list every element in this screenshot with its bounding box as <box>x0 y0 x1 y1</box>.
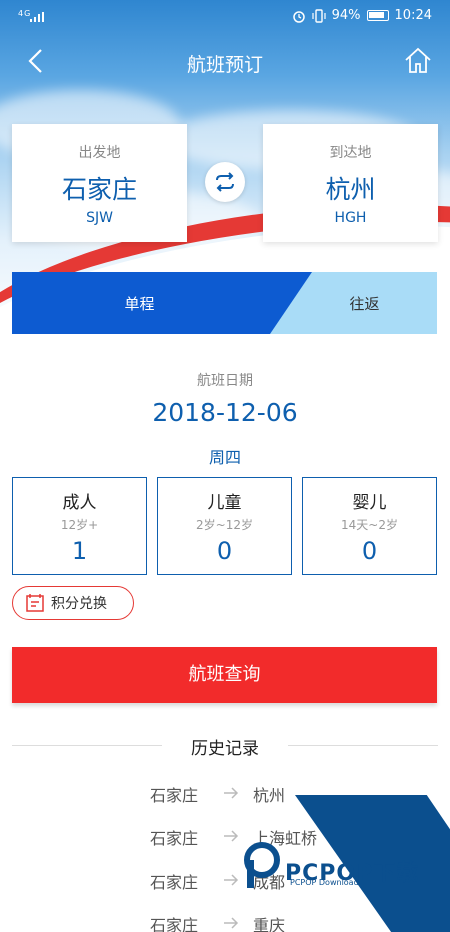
watermark-subtitle: PCPOP Download <box>290 878 359 887</box>
flight-date[interactable]: 2018-12-06 <box>0 398 450 427</box>
passenger-count: 0 <box>216 537 233 565</box>
history-title: 历史记录 <box>191 739 259 759</box>
route-to: 重庆 <box>253 916 286 932</box>
trip-type-selector: 单程 往返 <box>12 272 437 334</box>
passenger-age-range: 12岁+ <box>60 518 99 532</box>
battery-percent: 94% <box>331 8 361 23</box>
date-label: 航班日期 <box>197 373 253 389</box>
route-from: 石家庄 <box>149 873 198 892</box>
passenger-count: 1 <box>71 537 88 565</box>
points-card-icon <box>26 594 44 612</box>
route-from: 石家庄 <box>149 916 198 932</box>
page-title: 航班预订 <box>186 54 263 76</box>
arrival-label: 到达地 <box>329 145 372 161</box>
nav-bar: 航班预订 <box>0 40 450 84</box>
departure-label: 出发地 <box>78 145 121 161</box>
departure-card[interactable]: 出发地 石家庄 SJW <box>12 124 187 242</box>
arrival-card[interactable]: 到达地 杭州 HGH <box>263 124 438 242</box>
alarm-icon <box>292 10 305 23</box>
route-from: 石家庄 <box>149 829 198 848</box>
arrow-right-icon <box>224 874 239 886</box>
weekday: 周四 <box>208 448 241 467</box>
swap-cities-button[interactable] <box>205 162 245 202</box>
arrow-right-icon <box>224 917 239 929</box>
passenger-type: 成人 <box>62 493 97 513</box>
points-exchange-label: 积分兑换 <box>51 596 107 612</box>
passenger-age-range: 2岁~12岁 <box>196 518 253 532</box>
passenger-age-range: 14天~2岁 <box>341 518 398 532</box>
signal-icon <box>30 12 44 22</box>
route-to: 杭州 <box>253 786 286 805</box>
arrow-right-icon <box>224 787 239 799</box>
passenger-type: 婴儿 <box>352 493 387 513</box>
passenger-type: 儿童 <box>207 493 242 513</box>
home-icon[interactable] <box>402 44 434 76</box>
vibrate-icon <box>312 8 326 23</box>
arrow-right-icon <box>224 830 239 842</box>
divider <box>288 745 438 746</box>
watermark-logo-icon <box>244 842 280 888</box>
departure-code: SJW <box>86 210 113 226</box>
status-bar: 4G 94% 10:24 <box>0 0 450 34</box>
arrival-code: HGH <box>334 210 367 226</box>
points-exchange-button[interactable]: 积分兑换 <box>12 586 134 620</box>
swap-icon <box>216 172 234 192</box>
tab-round-trip[interactable]: 往返 <box>292 293 437 314</box>
route-from: 石家庄 <box>149 786 198 805</box>
passenger-count: 0 <box>361 537 378 565</box>
clock: 10:24 <box>394 8 432 23</box>
infant-passenger-box[interactable]: 婴儿 14天~2岁 0 <box>302 477 437 575</box>
adult-passenger-box[interactable]: 成人 12岁+ 1 <box>12 477 147 575</box>
battery-icon <box>366 10 389 21</box>
arrival-city: 杭州 <box>325 175 376 204</box>
departure-city: 石家庄 <box>61 175 137 204</box>
tab-one-way[interactable]: 单程 <box>12 293 267 314</box>
child-passenger-box[interactable]: 儿童 2岁~12岁 0 <box>157 477 292 575</box>
flight-search-button[interactable]: 航班查询 <box>12 647 437 703</box>
